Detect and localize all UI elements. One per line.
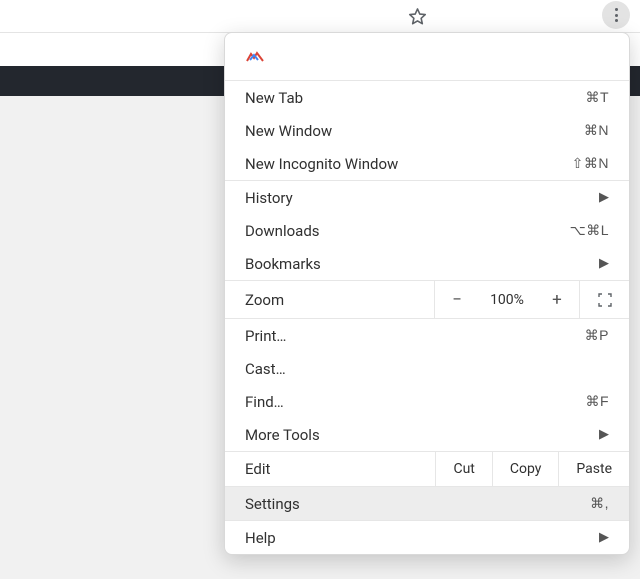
menu-item-new-tab[interactable]: New Tab ⌘T [225, 81, 629, 114]
chevron-right-icon: ▶ [599, 256, 609, 271]
chevron-right-icon: ▶ [599, 190, 609, 205]
edit-label: Edit [225, 452, 435, 486]
menu-item-zoom: Zoom − 100% + [225, 281, 629, 318]
fullscreen-button[interactable] [579, 281, 629, 318]
shortcut-text: ⌘P [585, 327, 609, 344]
browser-toolbar [0, 0, 640, 33]
zoom-label: Zoom [225, 281, 435, 318]
shortcut-text: ⇧⌘N [572, 155, 609, 172]
menu-item-find[interactable]: Find… ⌘F [225, 385, 629, 418]
menu-item-label: More Tools [245, 426, 595, 444]
menu-item-settings[interactable]: Settings ⌘, [225, 487, 629, 520]
shortcut-text: ⌥⌘L [570, 222, 609, 239]
shortcut-text: ⌘N [584, 122, 609, 139]
menu-item-edit: Edit Cut Copy Paste [225, 452, 629, 487]
zoom-value: 100% [479, 292, 535, 308]
shortcut-text: ⌘, [590, 495, 609, 512]
menu-item-more-tools[interactable]: More Tools ▶ [225, 418, 629, 451]
paste-button[interactable]: Paste [558, 452, 629, 486]
menu-button[interactable] [602, 1, 630, 29]
zoom-out-button[interactable]: − [435, 290, 479, 310]
menu-item-label: Help [245, 529, 595, 547]
menu-item-label: Bookmarks [245, 255, 595, 273]
chevron-right-icon: ▶ [599, 427, 609, 442]
menu-item-label: Cast… [245, 360, 609, 378]
menu-item-help[interactable]: Help ▶ [225, 521, 629, 554]
copy-button[interactable]: Copy [492, 452, 559, 486]
zoom-in-button[interactable]: + [535, 290, 579, 310]
menu-item-new-window[interactable]: New Window ⌘N [225, 114, 629, 147]
menu-header [225, 33, 629, 81]
menu-item-print[interactable]: Print… ⌘P [225, 319, 629, 352]
shortcut-text: ⌘T [585, 89, 609, 106]
chevron-right-icon: ▶ [599, 530, 609, 545]
menu-item-cast[interactable]: Cast… [225, 352, 629, 385]
shortcut-text: ⌘F [585, 393, 609, 410]
menu-item-label: Downloads [245, 222, 570, 240]
menu-item-label: Settings [245, 495, 590, 513]
menu-item-label: Print… [245, 327, 585, 345]
cut-button[interactable]: Cut [435, 452, 491, 486]
menu-item-label: Find… [245, 393, 585, 411]
menu-item-label: History [245, 189, 595, 207]
menu-item-label: New Window [245, 122, 584, 140]
menu-item-downloads[interactable]: Downloads ⌥⌘L [225, 214, 629, 247]
menu-item-label: New Incognito Window [245, 155, 572, 173]
chrome-menu: New Tab ⌘T New Window ⌘N New Incognito W… [224, 32, 630, 555]
menu-item-label: New Tab [245, 89, 585, 107]
profile-logo-icon [245, 50, 265, 64]
menu-item-new-incognito[interactable]: New Incognito Window ⇧⌘N [225, 147, 629, 180]
menu-item-history[interactable]: History ▶ [225, 181, 629, 214]
menu-item-bookmarks[interactable]: Bookmarks ▶ [225, 247, 629, 280]
bookmark-star-icon[interactable] [406, 5, 428, 27]
